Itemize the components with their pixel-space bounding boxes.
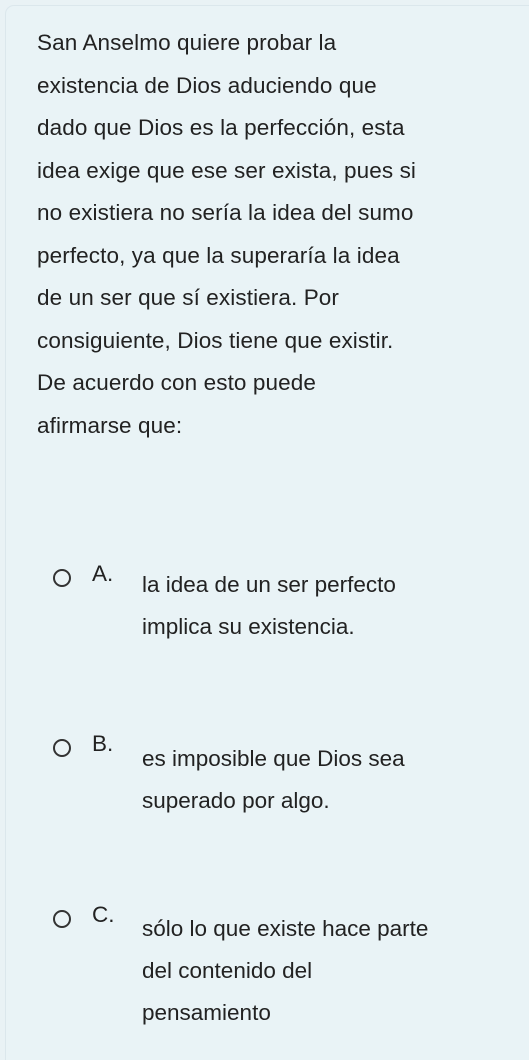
option-b-letter: B.	[92, 731, 114, 756]
option-c-letter: C.	[92, 902, 115, 927]
option-b-text: es imposible que Dios sea superado por a…	[142, 746, 405, 813]
option-c-text: sólo lo que existe hace parte del conten…	[142, 916, 429, 1025]
question-text: San Anselmo quiere probar la existencia …	[37, 30, 417, 438]
option-a-letter: A.	[92, 561, 114, 586]
option-c-radio[interactable]	[53, 910, 71, 928]
option-b[interactable]: B. es imposible que Dios sea superado po…	[0, 730, 529, 820]
option-c[interactable]: C. sólo lo que existe hace parte del con…	[0, 901, 529, 1031]
option-a-radio[interactable]	[53, 569, 71, 587]
option-a[interactable]: A. la idea de un ser perfecto implica su…	[0, 560, 529, 650]
option-b-radio[interactable]	[53, 739, 71, 757]
option-a-text: la idea de un ser perfecto implica su ex…	[142, 572, 396, 639]
